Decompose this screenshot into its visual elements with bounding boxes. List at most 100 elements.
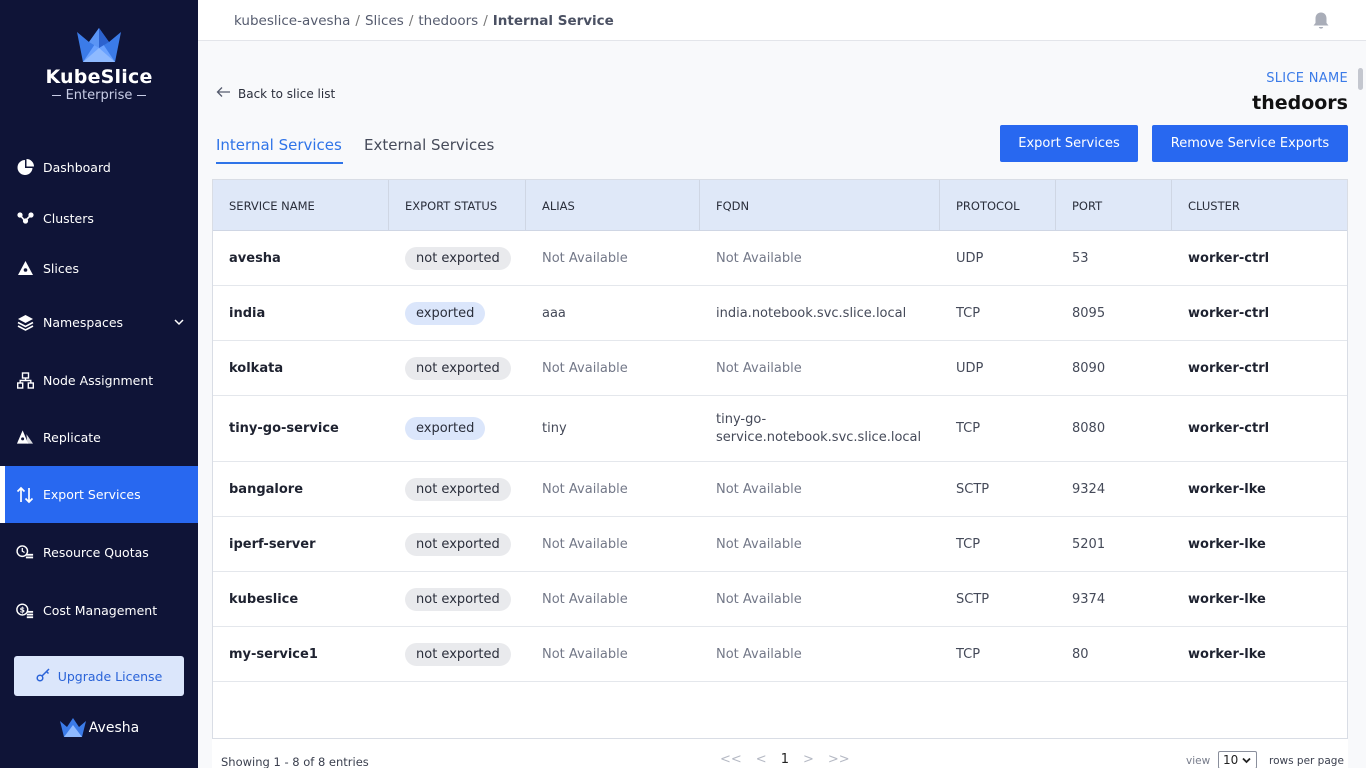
- cell-alias: Not Available: [542, 646, 628, 662]
- table-row[interactable]: avesha not exported Not Available Not Av…: [213, 231, 1347, 286]
- column-header-protocol[interactable]: PROTOCOL: [940, 180, 1056, 231]
- slice-name-label: SLICE NAME: [1266, 71, 1348, 86]
- cell-alias: Not Available: [542, 481, 628, 497]
- table-row[interactable]: iperf-server not exported Not Available …: [213, 517, 1347, 572]
- kubeslice-logo[interactable]: KubeSlice Enterprise: [0, 28, 198, 103]
- status-badge: not exported: [405, 246, 511, 270]
- chevron-down-icon[interactable]: [174, 315, 184, 330]
- export-services-button[interactable]: Export Services: [1000, 125, 1138, 162]
- prev-page-button[interactable]: <: [756, 752, 767, 767]
- cell-cluster: worker-lke: [1188, 481, 1266, 497]
- sidebar-item-export-services[interactable]: Export Services: [0, 466, 198, 523]
- first-page-button[interactable]: <<: [720, 752, 742, 767]
- sidebar-item-label: Clusters: [43, 210, 94, 226]
- breadcrumb-item-slice[interactable]: thedoors: [418, 13, 478, 29]
- sidebar-item-resource-quotas[interactable]: Resource Quotas: [0, 532, 198, 572]
- svg-text:$: $: [20, 605, 25, 614]
- breadcrumb-item-project[interactable]: kubeslice-avesha: [234, 13, 350, 29]
- sidebar-item-clusters[interactable]: Clusters: [0, 198, 198, 238]
- sidebar-item-namespaces[interactable]: Namespaces: [0, 302, 198, 342]
- brand-subtitle: Enterprise: [0, 88, 198, 103]
- fqdn-line: tiny-go-: [716, 411, 767, 427]
- rows-per-page-label: rows per page: [1269, 755, 1344, 767]
- sidebar-item-label: Replicate: [43, 429, 101, 445]
- sidebar-item-slices[interactable]: Slices: [0, 248, 198, 288]
- cell-fqdn: tiny-go- service.notebook.svc.slice.loca…: [700, 396, 921, 461]
- cell-protocol: TCP: [956, 646, 981, 662]
- top-bar: kubeslice-avesha / Slices / thedoors / Interna…: [198, 0, 1366, 41]
- column-header-service-name[interactable]: SERVICE NAME: [213, 180, 389, 231]
- cell-cluster: worker-ctrl: [1188, 360, 1270, 376]
- breadcrumb-separator: /: [408, 13, 414, 29]
- sidebar-item-replicate[interactable]: Replicate: [0, 417, 198, 457]
- breadcrumb-current: Internal Service: [492, 13, 614, 29]
- next-page-button[interactable]: >: [803, 752, 814, 767]
- column-header-cluster[interactable]: CLUSTER: [1172, 180, 1347, 231]
- column-header-export-status[interactable]: EXPORT STATUS: [389, 180, 526, 231]
- cell-protocol: TCP: [956, 536, 981, 552]
- cell-export-status: not exported: [389, 231, 511, 285]
- table-row[interactable]: india exported aaa india.notebook.svc.sl…: [213, 286, 1347, 341]
- table-row[interactable]: my-service1 not exported Not Available N…: [213, 627, 1347, 682]
- sidebar-item-label: Export Services: [43, 487, 141, 502]
- table-header: SERVICE NAME EXPORT STATUS ALIAS FQDN PR…: [213, 180, 1347, 231]
- sidebar-item-dashboard[interactable]: Dashboard: [0, 147, 198, 187]
- sidebar-item-node-assignment[interactable]: Node Assignment: [0, 360, 198, 400]
- cell-service-name: my-service1: [229, 646, 318, 662]
- page-scrollbar[interactable]: [1358, 68, 1363, 90]
- current-page[interactable]: 1: [781, 752, 789, 767]
- crown-logo-icon: [77, 28, 121, 62]
- cell-fqdn: Not Available: [716, 536, 802, 552]
- column-header-fqdn[interactable]: FQDN: [700, 180, 940, 231]
- tab-internal-services[interactable]: Internal Services: [216, 136, 343, 164]
- upgrade-license-button[interactable]: Upgrade License: [14, 656, 184, 696]
- cell-protocol: TCP: [956, 305, 981, 321]
- upgrade-license-label: Upgrade License: [57, 668, 163, 684]
- cell-alias: aaa: [542, 305, 566, 321]
- cell-port: 80: [1072, 646, 1089, 662]
- cell-alias: Not Available: [542, 360, 628, 376]
- bell-icon[interactable]: [1312, 11, 1330, 34]
- last-page-button[interactable]: >>: [828, 752, 850, 767]
- cell-export-status: exported: [389, 396, 486, 461]
- tab-external-services[interactable]: External Services: [364, 136, 494, 154]
- column-header-alias[interactable]: ALIAS: [526, 180, 700, 231]
- column-header-port[interactable]: PORT: [1056, 180, 1172, 231]
- back-link-label: Back to slice list: [238, 86, 336, 101]
- arrows-up-down-icon: [16, 486, 34, 504]
- breadcrumb: kubeslice-avesha / Slices / thedoors / Interna…: [234, 13, 614, 29]
- status-badge: exported: [405, 417, 486, 440]
- pagination: << < 1 > >>: [720, 752, 850, 767]
- breadcrumb-item-slices[interactable]: Slices: [365, 13, 404, 29]
- cell-service-name: kolkata: [229, 360, 284, 376]
- cell-fqdn: Not Available: [716, 591, 802, 607]
- cell-port: 8090: [1072, 360, 1106, 376]
- cell-fqdn: Not Available: [716, 481, 802, 497]
- cell-export-status: not exported: [389, 341, 511, 395]
- active-indicator: [0, 466, 5, 523]
- cell-fqdn: Not Available: [716, 250, 802, 266]
- quota-icon: [16, 543, 34, 561]
- cell-cluster: worker-lke: [1188, 646, 1266, 662]
- remove-service-exports-button[interactable]: Remove Service Exports: [1152, 125, 1348, 162]
- status-badge: exported: [405, 301, 486, 325]
- table-row[interactable]: kubeslice not exported Not Available Not…: [213, 572, 1347, 627]
- table-row[interactable]: kolkata not exported Not Available Not A…: [213, 341, 1347, 396]
- cell-cluster: worker-ctrl: [1188, 250, 1270, 266]
- cell-service-name: india: [229, 305, 266, 321]
- cell-fqdn: Not Available: [716, 646, 802, 662]
- chevron-down-icon: [1242, 753, 1251, 767]
- back-to-slice-list-link[interactable]: Back to slice list: [216, 86, 335, 101]
- sidebar-item-label: Node Assignment: [43, 372, 154, 388]
- brand-subtitle-text: Enterprise: [65, 88, 133, 103]
- table-row[interactable]: tiny-go-service exported tiny tiny-go- s…: [213, 396, 1347, 462]
- sidebar-item-cost-management[interactable]: $ Cost Management: [0, 590, 198, 630]
- tab-label: Internal Services: [216, 136, 342, 154]
- cell-fqdn: india.notebook.svc.slice.local: [716, 305, 907, 321]
- breadcrumb-separator: /: [355, 13, 360, 29]
- cell-protocol: UDP: [956, 250, 984, 266]
- table-row[interactable]: bangalore not exported Not Available Not…: [213, 462, 1347, 517]
- cell-export-status: not exported: [389, 462, 511, 516]
- rows-per-page-select[interactable]: 10: [1218, 751, 1257, 768]
- cell-port: 8095: [1072, 305, 1106, 321]
